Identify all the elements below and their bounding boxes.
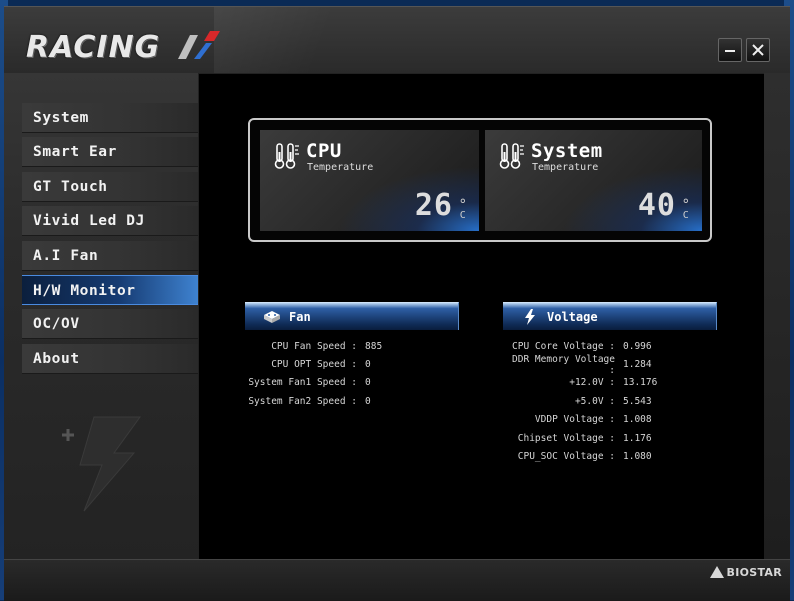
title-bar[interactable]: RACING	[4, 7, 790, 73]
sidebar-item-gt-touch[interactable]: GT Touch	[22, 171, 198, 202]
voltage-header-label: Voltage	[547, 309, 598, 324]
cpu-temperature-card: CPU Temperature 26 ° C	[260, 130, 479, 231]
logo-text: RACING	[26, 29, 161, 65]
system-card-subtitle: Temperature	[532, 162, 599, 173]
list-item: CPU_SOC Voltage : 1.080	[503, 447, 657, 465]
fan-section-header: Fan	[245, 302, 459, 330]
main-panel-right-edge	[764, 73, 790, 559]
sidebar-item-hw-monitor[interactable]: H/W Monitor	[22, 274, 198, 305]
voltage-section-header: Voltage	[503, 302, 717, 330]
sidebar-item-system-information[interactable]: System information	[22, 103, 198, 156]
lightning-bolt-icon	[62, 416, 141, 512]
footer-bar	[4, 559, 790, 601]
list-item: VDDP Voltage : 1.008	[503, 411, 657, 429]
title-bar-highlight	[214, 7, 394, 73]
voltage-value: 1.176	[623, 432, 652, 444]
voltage-readings: CPU Core Voltage : 0.996 DDR Memory Volt…	[503, 337, 657, 466]
minimize-icon	[725, 50, 735, 52]
voltage-label: DDR Memory Voltage :	[512, 353, 615, 376]
sidebar-menu: System information Smart Ear GT Touch Vi…	[22, 103, 198, 378]
list-item: CPU OPT Speed : 0	[245, 355, 382, 373]
thermometer-icon	[274, 143, 299, 169]
cpu-unit-letter: C	[459, 210, 466, 221]
fan-label: System Fan1 Speed :	[248, 377, 357, 389]
voltage-label: +12.0V :	[569, 377, 615, 389]
minimize-button[interactable]	[718, 38, 742, 62]
cpu-card-title: CPU	[306, 140, 342, 162]
system-temperature-value: 40	[637, 188, 676, 223]
racing-logo: RACING	[26, 27, 220, 67]
thermometer-icon	[499, 143, 524, 169]
sidebar-item-about[interactable]: About	[22, 343, 198, 374]
voltage-value: 0.996	[623, 340, 652, 352]
sidebar-item-oc-ov[interactable]: OC/OV	[22, 309, 198, 340]
cpu-temperature-value: 26	[414, 188, 453, 223]
list-item: DDR Memory Voltage : 1.284	[503, 353, 657, 376]
cpu-card-subtitle: Temperature	[307, 162, 374, 173]
fan-label: CPU OPT Speed :	[271, 359, 357, 371]
voltage-value: 1.284	[623, 359, 652, 371]
system-card-title: System	[531, 140, 603, 162]
voltage-value: 13.176	[623, 377, 658, 389]
list-item: Chipset Voltage : 1.176	[503, 429, 657, 447]
biostar-text: BIOSTAR	[726, 565, 782, 579]
sidebar: System information Smart Ear GT Touch Vi…	[4, 73, 198, 563]
system-unit-letter: C	[682, 210, 689, 221]
cpu-temperature-unit: ° C	[459, 198, 467, 221]
list-item: CPU Fan Speed : 885	[245, 337, 382, 355]
voltage-value: 5.543	[623, 395, 652, 407]
fan-value: 0	[365, 359, 371, 371]
lightning-icon	[521, 308, 539, 325]
voltage-value: 1.008	[623, 414, 652, 426]
voltage-label: VDDP Voltage :	[534, 414, 615, 426]
list-item: System Fan1 Speed : 0	[245, 374, 382, 392]
biostar-logo: BIOSTAR	[709, 562, 782, 582]
voltage-label: CPU Core Voltage :	[512, 340, 615, 352]
fan-value: 0	[365, 377, 371, 389]
close-button[interactable]	[746, 38, 770, 62]
system-temperature-card: System Temperature 40 ° C	[485, 130, 702, 231]
fan-header-label: Fan	[289, 309, 311, 324]
system-temperature-unit: ° C	[682, 198, 690, 221]
voltage-value: 1.080	[623, 451, 652, 463]
list-item: System Fan2 Speed : 0	[245, 392, 382, 410]
biostar-mark-icon	[709, 566, 724, 578]
voltage-label: CPU_SOC Voltage :	[517, 451, 615, 463]
fan-readings: CPU Fan Speed : 885 CPU OPT Speed : 0 Sy…	[245, 337, 382, 411]
temperature-panel: CPU Temperature 26 ° C System Temperatur…	[248, 118, 712, 242]
fan-label: System Fan2 Speed :	[248, 395, 357, 407]
logo-mark-icon	[178, 31, 220, 59]
sidebar-item-vivid-led-dj[interactable]: Vivid Led DJ	[22, 206, 198, 237]
sidebar-item-smart-ear[interactable]: Smart Ear	[22, 137, 198, 168]
fan-label: CPU Fan Speed :	[271, 340, 357, 352]
fan-value: 885	[365, 340, 383, 352]
close-icon	[752, 44, 764, 56]
voltage-label: Chipset Voltage :	[517, 432, 615, 444]
sidebar-item-ai-fan[interactable]: A.I Fan	[22, 240, 198, 271]
list-item: +12.0V : 13.176	[503, 374, 657, 392]
fan-icon	[263, 309, 281, 325]
fan-value: 0	[365, 395, 371, 407]
voltage-label: +5.0V :	[574, 395, 615, 407]
list-item: +5.0V : 5.543	[503, 392, 657, 410]
